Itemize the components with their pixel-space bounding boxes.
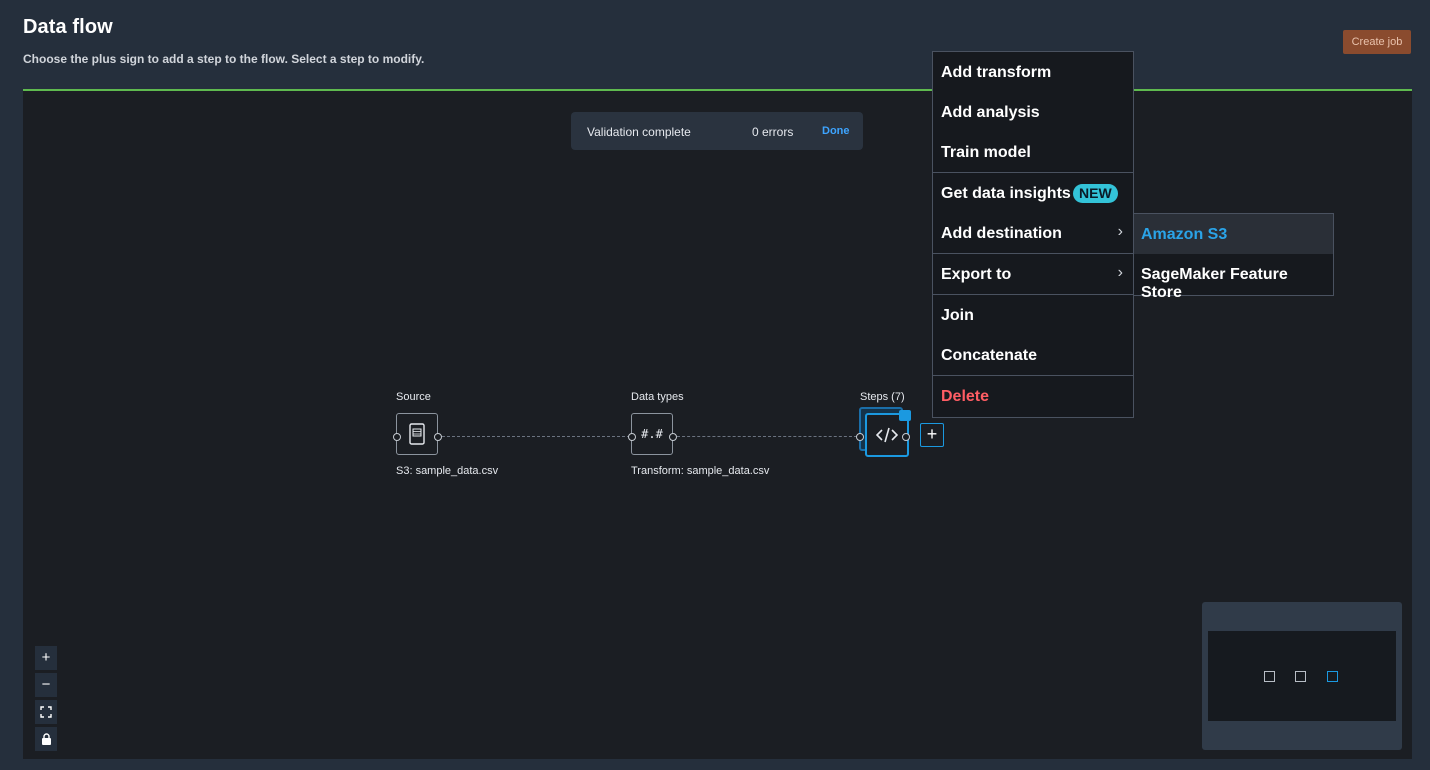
minimap-viewport (1208, 631, 1396, 721)
lock-button[interactable] (35, 727, 57, 751)
lock-icon (41, 733, 51, 746)
menu-item-delete[interactable]: Delete (933, 376, 1133, 416)
validation-done-button[interactable]: Done (822, 125, 850, 137)
fit-view-icon (40, 706, 52, 718)
port-source-out[interactable] (434, 433, 442, 441)
minimap[interactable] (1202, 602, 1402, 750)
submenu-item-feature-store[interactable]: SageMaker Feature Store (1134, 254, 1333, 301)
page-title: Data flow (23, 16, 113, 38)
fit-view-button[interactable] (35, 700, 57, 724)
step-context-menu: Add transform Add analysis Train model G… (932, 51, 1134, 418)
menu-item-add-transform[interactable]: Add transform (933, 52, 1133, 92)
port-datatypes-in (628, 433, 636, 441)
node-caption-datatypes: Transform: sample_data.csv (631, 465, 770, 477)
minimap-node (1264, 671, 1275, 682)
steps-chart-badge (899, 410, 911, 421)
node-caption-source: S3: sample_data.csv (396, 465, 499, 477)
code-icon (876, 427, 898, 443)
node-title-datatypes: Data types (631, 391, 684, 403)
source-node[interactable] (396, 413, 438, 455)
menu-item-train-model[interactable]: Train model (933, 132, 1133, 172)
menu-item-join[interactable]: Join (933, 295, 1133, 335)
edge-source-datatypes (442, 436, 630, 437)
datatypes-node[interactable]: #.# (631, 413, 673, 455)
port-steps-in (856, 433, 864, 441)
port-source-in (393, 433, 401, 441)
validation-status: Validation complete (587, 125, 691, 139)
flow-canvas[interactable]: Validation complete 0 errors Done Source… (23, 89, 1412, 759)
chevron-right-icon: › (1117, 264, 1123, 281)
menu-item-add-destination[interactable]: Add destination › (933, 213, 1133, 253)
hash-icon: #.# (641, 427, 663, 441)
page-subtitle: Choose the plus sign to add a step to th… (23, 52, 425, 66)
add-step-button[interactable]: + (920, 423, 944, 447)
port-steps-out[interactable] (902, 433, 910, 441)
new-badge: NEW (1073, 184, 1118, 203)
minimap-node (1295, 671, 1306, 682)
chevron-right-icon: › (1117, 223, 1123, 240)
edge-datatypes-steps (677, 436, 857, 437)
minimap-node (1327, 671, 1338, 682)
menu-item-add-analysis[interactable]: Add analysis (933, 92, 1133, 132)
zoom-out-button[interactable]: − (35, 673, 57, 697)
node-title-steps: Steps (7) (860, 391, 905, 403)
menu-item-concatenate[interactable]: Concatenate (933, 335, 1133, 375)
port-datatypes-out[interactable] (669, 433, 677, 441)
menu-item-export-to[interactable]: Export to › (933, 254, 1133, 294)
destination-submenu: Amazon S3 SageMaker Feature Store (1133, 213, 1334, 301)
zoom-in-button[interactable]: + (35, 646, 57, 670)
create-job-button[interactable]: Create job (1343, 30, 1411, 54)
submenu-item-amazon-s3[interactable]: Amazon S3 (1134, 214, 1333, 254)
menu-item-get-data-insights[interactable]: Get data insights NEW (933, 173, 1133, 213)
node-title-source: Source (396, 391, 431, 403)
file-icon (409, 423, 425, 445)
validation-errors: 0 errors (752, 125, 794, 139)
validation-banner: Validation complete 0 errors Done (571, 112, 863, 150)
